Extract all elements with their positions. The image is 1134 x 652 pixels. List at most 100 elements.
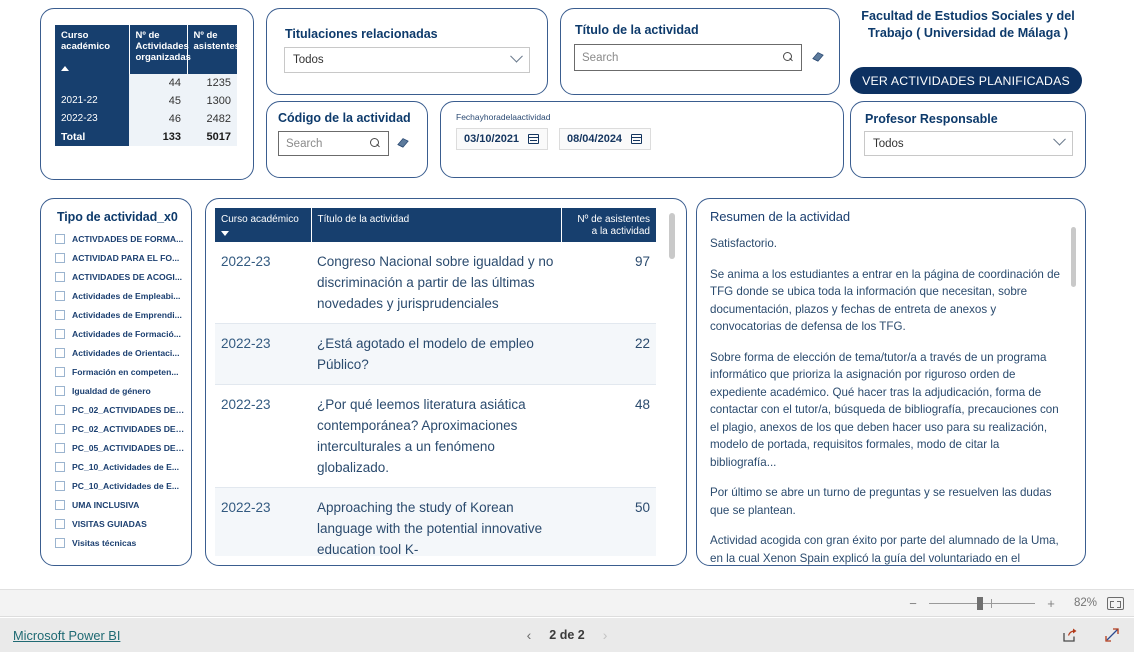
header-curso-academico[interactable]: Curso académico [215,208,312,242]
checkbox-icon[interactable] [55,309,65,320]
fecha-slicer-card: Fechayhoradelaactividad 03/10/2021 08/04… [440,101,844,178]
checkbox-icon[interactable] [55,404,65,415]
checkbox-icon[interactable] [55,480,65,491]
cell-actividades: 46 [129,110,187,128]
checkbox-icon[interactable] [55,347,65,358]
zoom-level-label: 82% [1073,597,1097,609]
share-icon[interactable] [1062,627,1078,643]
checkbox-icon[interactable] [55,499,65,510]
checkbox-icon[interactable] [55,423,65,434]
tipo-actividad-item-3[interactable]: Actividades de Empleabi... [55,286,185,305]
tipo-actividad-item-label: PC_10_Actividades de E... [72,461,179,472]
codigo-actividad-slicer-card: Código de la actividad Search [266,101,428,178]
tipo-actividad-item-4[interactable]: Actividades de Emprendi... [55,305,185,324]
zoom-slider-thumb[interactable] [977,597,983,610]
table-header-row: Curso académico Nº de Actividades organi… [55,25,240,74]
cell-titulo-actividad: Congreso Nacional sobre igualdad y no di… [311,242,561,324]
checkbox-icon[interactable] [55,233,65,244]
cell-actividades: 45 [129,92,187,110]
tipo-actividad-item-8[interactable]: Igualdad de género [55,381,185,400]
sort-descending-icon[interactable] [221,231,229,236]
tipo-actividad-item-label: UMA INCLUSIVA [72,499,140,510]
cell-numero-asistentes: 48 [561,384,656,488]
activities-table-card: Curso académico Título de la actividad N… [205,198,687,566]
table-row[interactable]: 2022-23 Congreso Nacional sobre igualdad … [215,242,656,324]
tipo-actividad-item-label: VISITAS GUIADAS [72,518,147,529]
checkbox-icon[interactable] [55,271,65,282]
titulo-search-input[interactable]: Search [574,44,802,71]
footer-actions [1062,627,1120,643]
zoom-out-button[interactable]: − [907,596,919,611]
next-page-button[interactable]: › [603,627,608,643]
table-row[interactable]: 2022-23 Approaching the study of Korean l… [215,487,656,556]
clear-filter-eraser-icon[interactable] [811,50,825,62]
profesor-slicer-card: Profesor Responsable Todos [850,101,1086,178]
zoom-in-button[interactable]: + [1045,596,1057,611]
checkbox-icon[interactable] [55,366,65,377]
table-row[interactable]: 2022-23 ¿Está agotado el modelo de empleo… [215,323,656,385]
tipo-actividad-item-10[interactable]: PC_02_ACTIVIDADES DE ... [55,419,185,438]
tipo-actividad-item-14[interactable]: UMA INCLUSIVA [55,495,185,514]
resumen-scrollbar[interactable] [1071,227,1076,287]
checkbox-icon[interactable] [55,442,65,453]
tipo-actividad-item-15[interactable]: VISITAS GUIADAS [55,514,185,533]
table-row[interactable]: 44 1235 [55,74,237,92]
header-curso-academico[interactable]: Curso académico [55,25,130,74]
checkbox-icon[interactable] [55,385,65,396]
checkbox-icon[interactable] [55,537,65,548]
zoom-slider[interactable] [929,597,1035,610]
cell-asistentes: 1235 [187,74,237,92]
zoom-status-bar: − + 82% [0,589,1134,617]
tipo-actividad-item-13[interactable]: PC_10_Actividades de E... [55,476,185,495]
tipo-actividad-item-1[interactable]: ACTIVIDAD PARA EL FO... [55,248,185,267]
tipo-actividad-item-9[interactable]: PC_02_ACTIVIDADES DE ... [55,400,185,419]
calendar-icon[interactable] [528,134,540,144]
checkbox-icon[interactable] [55,461,65,472]
checkbox-icon[interactable] [55,252,65,263]
tipo-actividad-item-label: PC_02_ACTIVIDADES DE ... [72,423,185,434]
tipo-actividad-item-6[interactable]: Actividades de Orientaci... [55,343,185,362]
header-asistentes-actividad[interactable]: Nº de asistentes a la actividad [561,208,656,242]
checkbox-icon[interactable] [55,290,65,301]
tipo-actividad-item-2[interactable]: ACTIVIDADES DE ACOGI... [55,267,185,286]
tipo-actividad-checkbox-list[interactable]: ACTIVDADES DE FORMA... ACTIVIDAD PARA EL … [55,229,185,552]
fullscreen-icon[interactable] [1104,627,1120,643]
tipo-actividad-item-5[interactable]: Actividades de Formació... [55,324,185,343]
report-footer: Microsoft Power BI ‹ 2 de 2 › [0,618,1134,652]
tipo-actividad-item-11[interactable]: PC_05_ACTIVIDADES DE ... [55,438,185,457]
titulaciones-dropdown[interactable]: Todos [284,47,530,73]
table-header-row: Curso académico Título de la actividad N… [215,208,656,242]
search-icon [783,52,794,63]
sort-ascending-icon[interactable] [61,66,69,71]
tipo-actividad-item-16[interactable]: Visitas técnicas [55,533,185,552]
tipo-actividad-item-12[interactable]: PC_10_Actividades de E... [55,457,185,476]
checkbox-icon[interactable] [55,518,65,529]
activities-table-scroll-area[interactable]: Curso académico Título de la actividad N… [215,208,677,556]
ver-actividades-planificadas-button[interactable]: VER ACTIVIDADES PLANIFICADAS [850,67,1082,94]
table-row[interactable]: 2022-23 46 2482 [55,110,237,128]
header-asistentes[interactable]: Nº de asistentes [187,25,240,74]
fecha-from-input[interactable]: 03/10/2021 [456,128,548,150]
fecha-to-input[interactable]: 08/04/2024 [559,128,651,150]
fit-to-page-icon[interactable] [1107,596,1124,610]
tipo-actividad-title: Tipo de actividad_x0 [57,210,178,224]
cell-titulo-actividad: ¿Por qué leemos literatura asiática cont… [311,384,561,488]
header-actividades-organizadas[interactable]: Nº de Actividades organizadas [129,25,191,74]
tipo-actividad-item-0[interactable]: ACTIVDADES DE FORMA... [55,229,185,248]
profesor-label: Profesor Responsable [865,112,998,126]
clear-filter-eraser-icon[interactable] [396,136,410,148]
calendar-icon[interactable] [631,134,643,144]
table-row[interactable]: 2021-22 45 1300 [55,92,237,110]
header-curso-label: Curso académico [221,214,299,225]
profesor-dropdown[interactable]: Todos [864,131,1073,156]
tipo-actividad-slicer-card: Tipo de actividad_x0 ACTIVDADES DE FORMA… [40,198,192,566]
checkbox-icon[interactable] [55,328,65,339]
codigo-search-input[interactable]: Search [278,131,389,156]
header-asistentes-line2: asistentes [193,41,240,52]
header-titulo-actividad[interactable]: Título de la actividad [311,208,562,242]
activities-table-scrollbar[interactable] [669,213,675,259]
cell-numero-asistentes: 97 [561,242,656,324]
table-row[interactable]: 2022-23 ¿Por qué leemos literatura asiáti… [215,384,656,488]
previous-page-button[interactable]: ‹ [527,627,532,643]
tipo-actividad-item-7[interactable]: Formación en competen... [55,362,185,381]
